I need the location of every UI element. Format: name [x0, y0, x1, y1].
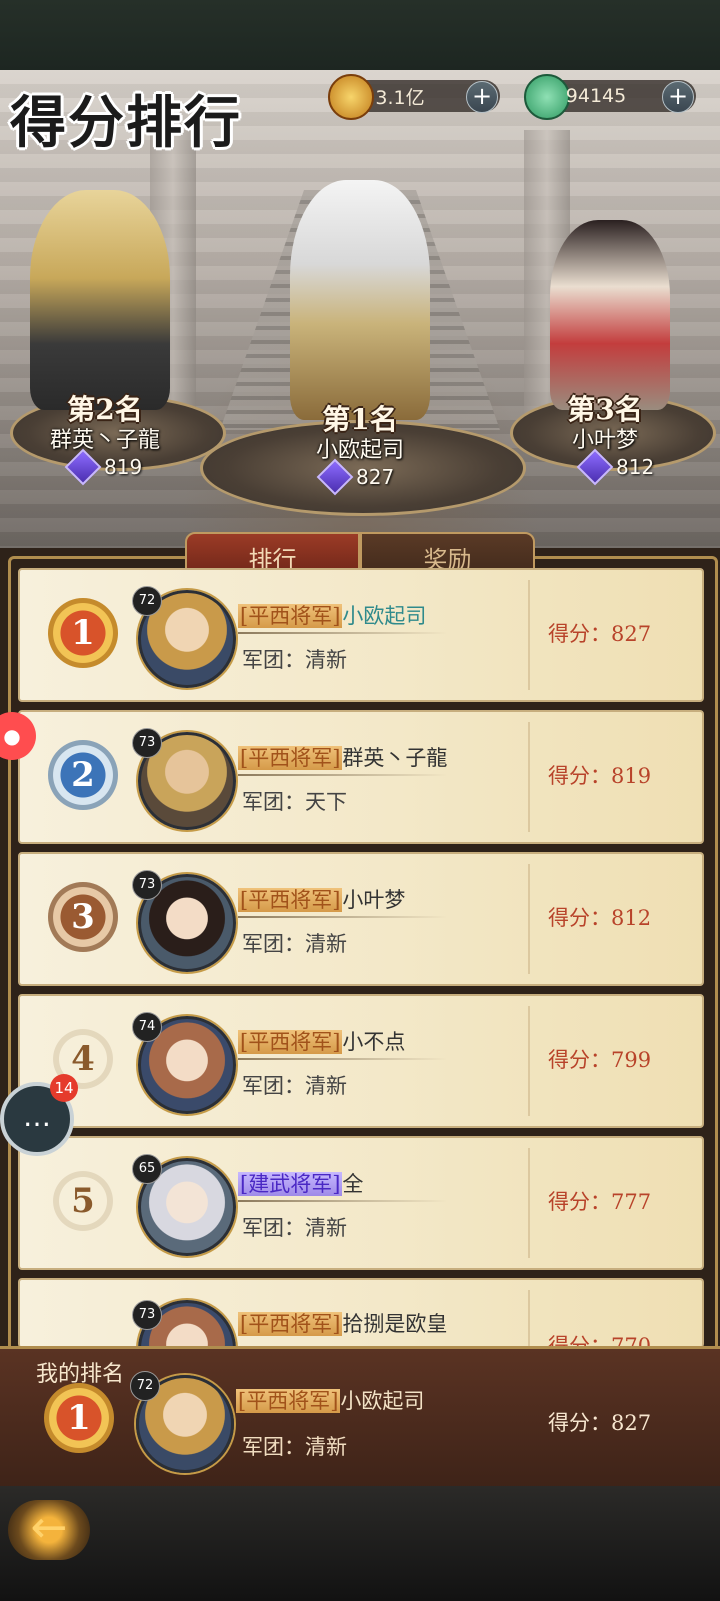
add-jade-button[interactable]: + — [662, 81, 694, 113]
rank-medal: 5 — [48, 1166, 118, 1236]
column-divider — [528, 580, 530, 690]
hero-figure — [550, 220, 670, 410]
row-divider-line — [238, 1200, 448, 1202]
player-name[interactable]: 全 — [342, 1172, 363, 1196]
podium-name: 小叶梦 — [571, 428, 638, 453]
legion-label: 军团：清新 — [242, 648, 347, 672]
player-name[interactable]: 群英丶子龍 — [342, 746, 447, 770]
back-arrow-button[interactable]: ← — [8, 1500, 90, 1560]
gold-currency-value: 3.1亿 — [375, 86, 425, 109]
player-name[interactable]: 拾捌是欧皇 — [342, 1312, 447, 1336]
player-name[interactable]: 小欧起司 — [342, 604, 426, 628]
rank-medal: 2 — [48, 740, 118, 810]
rank-row-3[interactable]: 3 73 [平西将军]小叶梦 军团：清新 得分：812 — [18, 852, 704, 986]
row-divider-line — [238, 632, 448, 634]
podium-score: 827 — [316, 458, 394, 496]
chat-unread-badge: 14 — [50, 1074, 78, 1102]
level-badge: 72 — [130, 1371, 160, 1401]
player-name[interactable]: 小不点 — [342, 1030, 405, 1054]
score-label: 得分：827 — [548, 1411, 652, 1435]
legion-label: 军团：清新 — [242, 1216, 347, 1240]
column-divider — [528, 1290, 530, 1348]
player-name[interactable]: 小欧起司 — [340, 1389, 424, 1413]
rank-row-4[interactable]: 4 74 [平西将军]小不点 军团：清新 得分：799 — [18, 994, 704, 1128]
legion-label: 军团：清新 — [242, 932, 347, 956]
level-badge: 73 — [132, 728, 162, 758]
score-label: 得分：812 — [548, 906, 652, 930]
hero-figure — [30, 190, 170, 410]
hero-figure — [290, 180, 430, 420]
player-title-line: [建武将军]全 — [238, 1168, 363, 1198]
row-divider-line — [238, 774, 448, 776]
page-title: 得分排行 — [10, 90, 242, 156]
rank-medal: 3 — [48, 882, 118, 952]
rank-row-1[interactable]: 1 72 [平西将军]小欧起司 军团：清新 得分：827 — [18, 568, 704, 702]
add-gold-button[interactable]: + — [466, 81, 498, 113]
rank-title-tag: [平西将军] — [238, 746, 343, 770]
score-label: 得分：777 — [548, 1190, 652, 1214]
level-badge: 72 — [132, 586, 162, 616]
column-divider — [528, 722, 530, 832]
podium-hero-3[interactable]: 第3名 小叶梦 812 — [500, 210, 720, 500]
jade-currency: 94145 + — [524, 74, 696, 120]
rank-medal: 1 — [44, 1383, 114, 1453]
row-divider-line — [238, 916, 448, 918]
podium-score: 819 — [64, 448, 142, 486]
player-title-line: [平西将军]群英丶子龍 — [238, 742, 447, 772]
column-divider — [528, 1148, 530, 1258]
rank-title-tag: [平西将军] — [238, 1030, 343, 1054]
podium-score: 812 — [576, 448, 654, 486]
level-badge: 74 — [132, 1012, 162, 1042]
rank-title-tag: [平西将军] — [236, 1389, 341, 1413]
level-badge: 73 — [132, 870, 162, 900]
rank-title-tag: [平西将军] — [238, 1312, 343, 1336]
jade-currency-value: 94145 — [565, 85, 627, 107]
legion-label: 军团：天下 — [242, 790, 347, 814]
score-label: 得分：799 — [548, 1048, 652, 1072]
rank-row-6[interactable]: 73 [平西将军]拾捌是欧皇 得分：770 — [18, 1278, 704, 1348]
player-title-line: [平西将军]小叶梦 — [238, 884, 405, 914]
row-divider-line — [238, 1058, 448, 1060]
podium-name: 群英丶子龍 — [49, 428, 160, 453]
podium-hero-2[interactable]: 第2名 群英丶子龍 819 — [0, 170, 240, 490]
legion-label: 军团：清新 — [242, 1435, 347, 1459]
gold-currency: 3.1亿 + — [328, 74, 500, 120]
score-gem-icon — [64, 448, 102, 486]
player-title-line: [平西将军]小欧起司 — [236, 1385, 424, 1415]
column-divider — [528, 864, 530, 974]
chat-bubble-icon: … — [23, 1100, 51, 1133]
score-gem-icon — [576, 448, 614, 486]
my-rank-label: 我的排名 — [36, 1362, 125, 1387]
score-gem-icon — [316, 458, 354, 496]
podium-name: 小欧起司 — [315, 438, 404, 463]
rank-row-5[interactable]: 5 65 [建武将军]全 军团：清新 得分：777 — [18, 1136, 704, 1270]
rank-title-tag: [平西将军] — [238, 888, 343, 912]
rank-title-tag: [平西将军] — [238, 604, 343, 628]
level-badge: 73 — [132, 1300, 162, 1330]
player-title-line: [平西将军]小欧起司 — [238, 600, 426, 630]
rank-title-tag: [建武将军] — [238, 1172, 343, 1196]
rank-row-2[interactable]: 2 73 [平西将军]群英丶子龍 军团：天下 得分：819 — [18, 710, 704, 844]
player-name[interactable]: 小叶梦 — [342, 888, 405, 912]
score-label: 得分：827 — [548, 622, 652, 646]
score-label: 得分：819 — [548, 764, 652, 788]
level-badge: 65 — [132, 1154, 162, 1184]
player-title-line: [平西将军]小不点 — [238, 1026, 405, 1056]
bottom-bar — [0, 1486, 720, 1601]
player-title-line: [平西将军]拾捌是欧皇 — [238, 1308, 447, 1338]
rank-medal: 1 — [48, 598, 118, 668]
legion-label: 军团：清新 — [242, 1074, 347, 1098]
top-bar — [0, 0, 720, 70]
podium-hero-1[interactable]: 第1名 小欧起司 827 — [240, 170, 480, 500]
column-divider — [528, 1006, 530, 1116]
back-arrow-icon: ← — [30, 1502, 68, 1553]
